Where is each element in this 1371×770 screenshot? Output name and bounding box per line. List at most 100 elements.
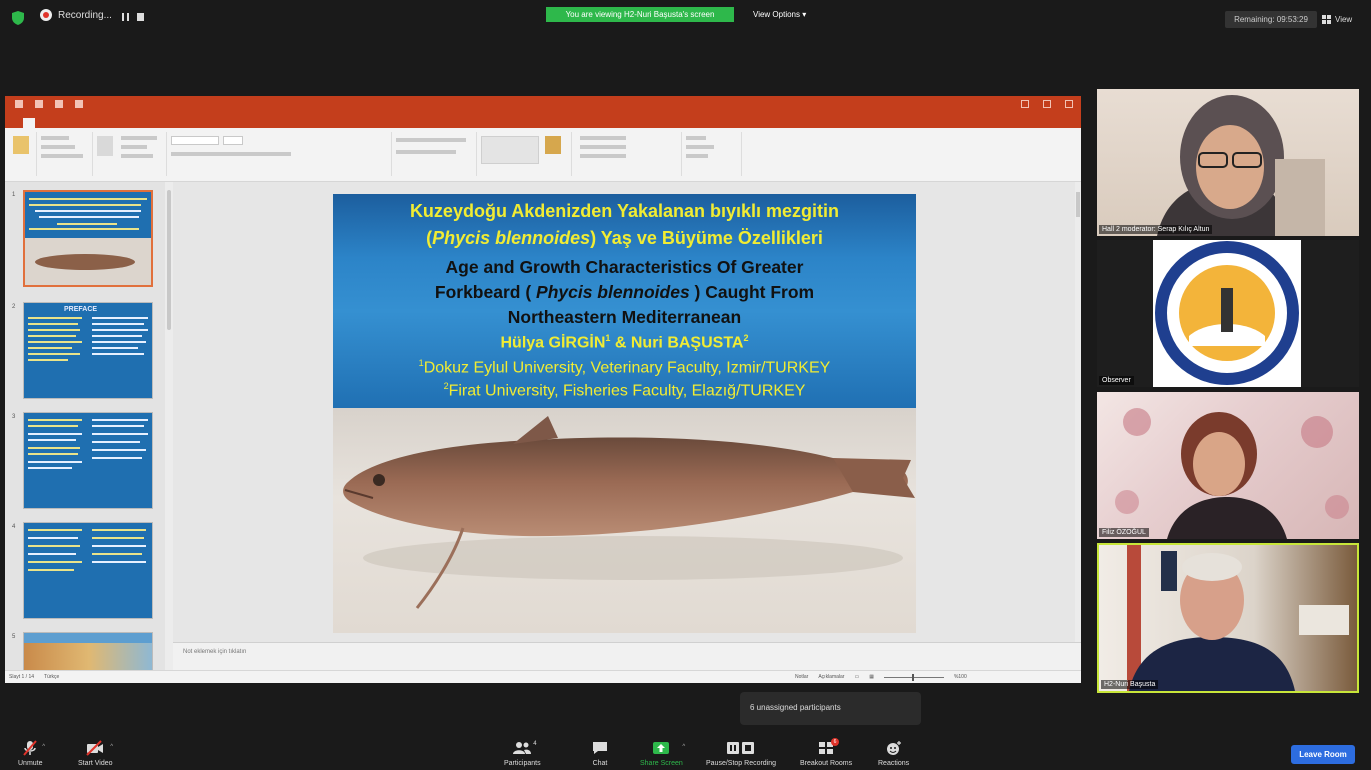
pause-stop-recording-button[interactable]: Pause/Stop Recording	[706, 740, 776, 767]
slide-thumbnail-3[interactable]	[23, 412, 153, 509]
participant-video-filiz[interactable]: Filiz ÖZOĞUL	[1097, 392, 1359, 539]
undo-icon[interactable]	[35, 100, 43, 108]
shared-screen-powerpoint[interactable]: ​ ​ ​ ​ ​ ​ ​ ​ ​	[5, 96, 1081, 683]
font-size-field[interactable]	[223, 136, 243, 145]
notes-pane[interactable]: Not eklemek için tıklatın	[173, 642, 1081, 670]
ribbon-tab[interactable]: ​	[65, 118, 77, 128]
font-format-buttons[interactable]	[171, 152, 291, 156]
chevron-up-icon[interactable]: ^	[110, 744, 113, 750]
thumb-text-line	[28, 335, 76, 337]
thumb-number: 1	[12, 192, 16, 198]
leave-room-button[interactable]: Leave Room	[1291, 745, 1355, 764]
ribbon-group-clip-small	[37, 132, 93, 176]
replace-button[interactable]	[686, 145, 714, 149]
slide-scrollbar[interactable]	[1075, 182, 1081, 642]
reactions-button[interactable]: Reactions	[878, 740, 909, 767]
share-screen-label: Share Screen	[640, 760, 683, 767]
alignment-buttons[interactable]	[396, 150, 456, 154]
ribbon-tab[interactable]: ​	[107, 118, 119, 128]
normal-view-icon[interactable]: ▭	[854, 674, 859, 680]
copy-button[interactable]	[41, 145, 75, 149]
pause-recording-icon[interactable]	[122, 13, 129, 21]
notes-toggle[interactable]: Notlar	[795, 674, 808, 680]
new-slide-icon[interactable]	[97, 136, 113, 156]
ribbon-tab-home[interactable]: ​	[23, 118, 35, 128]
language-indicator[interactable]: Türkçe	[44, 674, 59, 680]
ribbon-tab[interactable]: ​	[79, 118, 91, 128]
maximize-icon[interactable]	[1043, 100, 1051, 108]
format-painter-button[interactable]	[41, 154, 83, 158]
scroll-thumb[interactable]	[167, 190, 171, 330]
minimize-icon[interactable]	[1021, 100, 1029, 108]
pause-stop-recording-icon	[727, 742, 755, 754]
slide-thumbnail-4[interactable]	[23, 522, 153, 619]
section-button[interactable]	[121, 154, 153, 158]
ribbon-group-clipboard	[7, 132, 37, 176]
ribbon-tab[interactable]: ​	[9, 118, 21, 128]
notes-placeholder: Not eklemek için tıklatın	[183, 649, 247, 655]
slide-thumbnail-2[interactable]: PREFACE	[23, 302, 153, 399]
select-button[interactable]	[686, 154, 708, 158]
ribbon-tab[interactable]: ​	[37, 118, 49, 128]
current-slide[interactable]: Kuzeydoğu Akdenizden Yakalanan bıyıklı m…	[333, 194, 916, 633]
view-layout-button[interactable]: View	[1322, 11, 1352, 28]
arrange-icon[interactable]	[545, 136, 561, 154]
thumb-number: 3	[12, 414, 16, 420]
ribbon-tab[interactable]: ​	[51, 118, 63, 128]
chat-button[interactable]: Chat	[592, 740, 608, 767]
shape-effects-button[interactable]	[580, 154, 626, 158]
ribbon-tab[interactable]: ​	[121, 118, 133, 128]
paragraph-buttons[interactable]	[396, 138, 466, 142]
share-screen-button[interactable]: ^ Share Screen	[640, 740, 685, 767]
grid-view-icon	[1322, 15, 1331, 24]
meeting-toolbar: ^ Unmute ^ Start Video 4 Participants Ch…	[0, 730, 1371, 770]
participant-video-moderator[interactable]: Hall 2 moderator: Serap Kılıç Altun	[1097, 89, 1359, 236]
unassigned-participants-popup[interactable]: 6 unassigned participants	[740, 692, 921, 725]
close-icon[interactable]	[1065, 100, 1073, 108]
participant-video-observer[interactable]: Observer	[1097, 240, 1359, 387]
cut-button[interactable]	[41, 136, 69, 140]
thumb-fish	[35, 254, 135, 270]
meeting-top-bar: Recording... You are viewing H2-Nuri Baş…	[0, 0, 1371, 36]
scroll-thumb[interactable]	[1076, 192, 1080, 217]
font-name-field[interactable]	[171, 136, 219, 145]
thumbnail-scrollbar[interactable]	[165, 182, 173, 670]
participants-button[interactable]: 4 Participants	[504, 740, 541, 767]
unmute-button[interactable]: ^ Unmute	[18, 740, 45, 767]
participant-avatar	[1157, 95, 1325, 236]
view-label: View	[1335, 15, 1353, 24]
title-en-line1: Age and Growth Characteristics Of Greate…	[445, 257, 804, 277]
reactions-smiley-icon	[886, 741, 901, 755]
security-shield-icon[interactable]	[12, 11, 24, 25]
participants-icon	[513, 742, 532, 754]
slide-thumbnail-1[interactable]	[23, 190, 153, 287]
save-icon[interactable]	[15, 100, 23, 108]
participant-avatar	[1115, 408, 1349, 539]
layout-button[interactable]	[121, 136, 157, 140]
zoom-slider[interactable]	[883, 673, 944, 681]
present-icon[interactable]	[75, 100, 83, 108]
shape-fill-button[interactable]	[580, 136, 626, 140]
thumb-text-line	[92, 449, 146, 451]
reset-button[interactable]	[121, 145, 147, 149]
find-button[interactable]	[686, 136, 706, 140]
breakout-rooms-button[interactable]: 6 Breakout Rooms	[800, 738, 852, 767]
paste-icon[interactable]	[13, 136, 29, 154]
title-text: ) Caught From	[689, 282, 815, 302]
sorter-view-icon[interactable]: ▦	[869, 674, 874, 680]
chevron-up-icon[interactable]: ^	[682, 744, 685, 750]
comments-toggle[interactable]: Açıklamalar	[818, 674, 844, 680]
start-video-button[interactable]: ^ Start Video	[78, 740, 113, 767]
participant-name: H2-Nuri Başusta	[1101, 680, 1159, 689]
participant-video-active-speaker[interactable]: H2-Nuri Başusta	[1097, 543, 1359, 693]
ribbon-toolbar	[5, 128, 1081, 182]
zoom-level[interactable]: %100	[954, 674, 967, 680]
ribbon-tab[interactable]: ​	[93, 118, 105, 128]
shapes-gallery[interactable]	[481, 136, 539, 164]
redo-icon[interactable]	[55, 100, 63, 108]
shape-outline-button[interactable]	[580, 145, 626, 149]
thumb-text-line	[28, 425, 78, 427]
chevron-up-icon[interactable]: ^	[42, 744, 45, 750]
view-options-button[interactable]: View Options ▾	[745, 7, 814, 22]
stop-recording-icon[interactable]	[137, 13, 144, 21]
